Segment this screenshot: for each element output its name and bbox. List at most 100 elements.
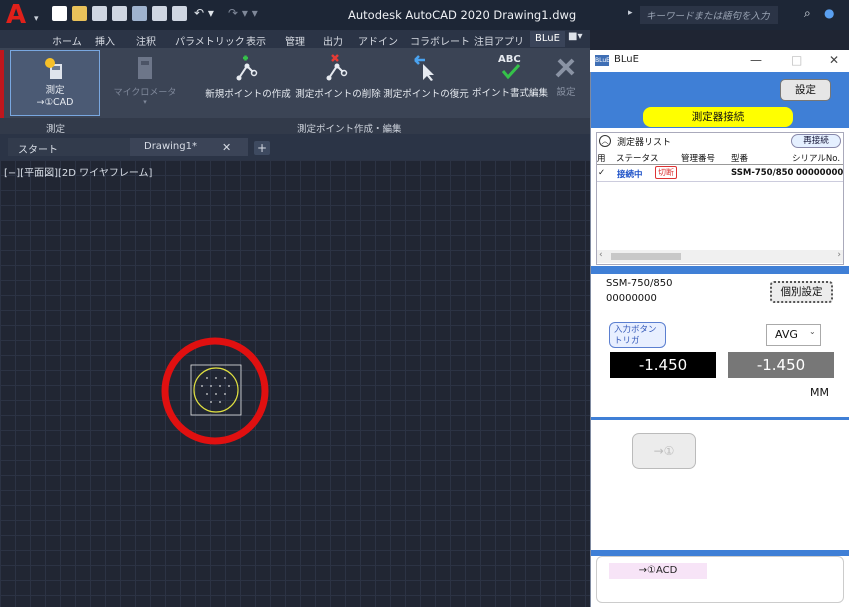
row-model: SSM-750/850 bbox=[731, 168, 794, 178]
measure-target-label: →①CAD bbox=[36, 97, 74, 108]
new-file-icon[interactable] bbox=[52, 6, 67, 21]
redo-icon[interactable]: ↷ ▾ ▾ bbox=[228, 6, 258, 20]
row-divider bbox=[597, 181, 843, 182]
undo-icon[interactable]: ↶ ▾ bbox=[194, 6, 214, 20]
device-serial-label: 00000000 bbox=[606, 293, 657, 304]
open-folder-icon[interactable] bbox=[72, 6, 87, 21]
tab-parametric[interactable]: パラメトリック bbox=[175, 33, 245, 48]
chevron-down-icon: ⌄ bbox=[809, 327, 816, 336]
input-trigger-button[interactable]: 入力ボタン トリガ bbox=[609, 322, 666, 348]
measure-to-cad-button[interactable]: 測定 →①CAD bbox=[10, 50, 100, 116]
ribbon-options-icon[interactable]: ■▾ bbox=[568, 31, 582, 42]
tab-insert[interactable]: 挿入 bbox=[95, 33, 115, 48]
panel-label-points: 測定ポイント作成・編集 bbox=[297, 124, 402, 135]
row-selector[interactable]: ✓ bbox=[598, 168, 605, 178]
tab-start[interactable]: スタート bbox=[8, 138, 130, 156]
tab-annotate[interactable]: 注釈 bbox=[136, 33, 156, 48]
delete-point-button[interactable]: 測定ポイントの削除 bbox=[295, 54, 381, 100]
tab-collaborate[interactable]: コラボレート bbox=[410, 33, 470, 48]
micrometer-label: マイクロメータ bbox=[113, 88, 177, 98]
delete-point-label: 測定ポイントの削除 bbox=[295, 89, 381, 100]
point-format-edit-button[interactable]: ABC ポイント書式編集 bbox=[470, 51, 550, 99]
share-icon[interactable] bbox=[152, 6, 167, 21]
point-markers bbox=[201, 377, 230, 403]
close-tab-icon[interactable]: ✕ bbox=[222, 141, 231, 154]
autocad-app-menu-button[interactable]: A ▾ bbox=[4, 2, 44, 28]
tab-view[interactable]: 表示 bbox=[246, 33, 266, 48]
trigger-label-line1: 入力ボタン bbox=[614, 325, 657, 335]
new-tab-icon[interactable]: + bbox=[254, 141, 270, 155]
measure-label: 測定 bbox=[45, 85, 65, 96]
drawing-object[interactable] bbox=[150, 336, 280, 446]
average-value-display: -1.450 bbox=[728, 352, 834, 378]
column-management-no: 管理番号 bbox=[681, 154, 716, 164]
new-point-label: 新規ポイントの作成 bbox=[205, 89, 291, 100]
connect-device-button[interactable]: 測定器接続 bbox=[643, 107, 793, 127]
blue-window-title: BLuE bbox=[614, 54, 639, 65]
tab-addins[interactable]: アドイン bbox=[358, 33, 398, 48]
blue-titlebar: BLuE BLuE bbox=[590, 50, 849, 72]
close-icon[interactable]: ✕ bbox=[829, 53, 839, 67]
viewport-controls[interactable]: [−][平面図][2D ワイヤフレーム] bbox=[4, 164, 152, 179]
highlight-marker bbox=[0, 50, 4, 128]
user-icon[interactable]: ● bbox=[824, 6, 834, 20]
scroll-right-icon[interactable]: › bbox=[837, 250, 841, 260]
individual-settings-button[interactable]: 個別設定 bbox=[770, 281, 833, 303]
search-input[interactable]: キーワードまたは語句を入力 bbox=[640, 6, 778, 24]
list-header-divider bbox=[597, 164, 843, 165]
column-use: 用 bbox=[597, 154, 606, 164]
window-title: Autodesk AutoCAD 2020 Drawing1.dwg bbox=[348, 8, 577, 22]
minimize-icon[interactable]: — bbox=[750, 53, 762, 67]
highlight-circle bbox=[161, 337, 269, 445]
ribbon-settings-button[interactable]: 設定 bbox=[549, 54, 583, 98]
save-icon[interactable] bbox=[92, 6, 107, 21]
autocad-logo-icon: A bbox=[6, 0, 27, 30]
spellcheck-icon: ABC bbox=[498, 54, 521, 80]
blue-divider-band bbox=[591, 266, 849, 274]
new-point-button[interactable]: 新規ポイントの作成 bbox=[205, 54, 291, 100]
maximize-icon[interactable]: □ bbox=[791, 53, 802, 67]
restore-point-icon bbox=[414, 55, 434, 81]
disconnect-button[interactable]: 切断 bbox=[655, 166, 677, 179]
panel-label-measure: 測定 bbox=[46, 124, 66, 135]
send-to-acd-button[interactable]: →①ACD bbox=[609, 563, 707, 579]
status-connected: 接続中 bbox=[617, 170, 643, 180]
column-model: 型番 bbox=[731, 154, 749, 164]
column-status: ステータス bbox=[616, 154, 659, 164]
save-as-icon[interactable] bbox=[112, 6, 127, 21]
delete-point-icon bbox=[326, 54, 348, 81]
plot-icon[interactable] bbox=[172, 6, 187, 21]
collapse-icon[interactable]: ︿ bbox=[599, 135, 611, 147]
device-list-title: 測定器リスト bbox=[617, 138, 672, 148]
tab-blue[interactable]: BLuE bbox=[530, 31, 565, 47]
svg-text:ABC: ABC bbox=[498, 54, 521, 65]
web-mobile-icon[interactable] bbox=[132, 6, 147, 21]
tab-output[interactable]: 出力 bbox=[323, 33, 343, 48]
horizontal-scrollbar[interactable]: ‹ › bbox=[597, 250, 843, 263]
add-point-icon bbox=[236, 55, 258, 81]
tab-home[interactable]: ホーム bbox=[52, 33, 82, 48]
send-to-cad-button[interactable]: →① bbox=[632, 433, 696, 469]
tab-featured-apps[interactable]: 注目アプリ bbox=[474, 33, 524, 48]
settings-button[interactable]: 設定 bbox=[780, 79, 831, 101]
drawing-canvas[interactable] bbox=[0, 160, 590, 607]
ribbon-settings-label: 設定 bbox=[556, 87, 576, 98]
search-expand-icon[interactable]: ▸ bbox=[628, 8, 633, 18]
reconnect-button[interactable]: 再接続 bbox=[791, 134, 841, 148]
scroll-thumb[interactable] bbox=[611, 253, 681, 260]
tools-icon bbox=[555, 58, 575, 78]
scroll-left-icon[interactable]: ‹ bbox=[599, 250, 603, 260]
column-serial: シリアルNo. bbox=[792, 154, 841, 164]
unit-label: MM bbox=[810, 386, 829, 399]
tab-manage[interactable]: 管理 bbox=[285, 33, 305, 48]
selection-box bbox=[190, 364, 242, 416]
measure-icon bbox=[45, 58, 62, 79]
binoculars-icon[interactable]: ⌕ bbox=[804, 6, 811, 21]
chevron-down-icon: ▾ bbox=[143, 98, 147, 106]
ribbon-panel-labels bbox=[0, 118, 590, 134]
chevron-down-icon: ▾ bbox=[34, 14, 39, 24]
restore-point-button[interactable]: 測定ポイントの復元 bbox=[383, 54, 469, 100]
drawn-circle bbox=[193, 367, 239, 413]
micrometer-button[interactable]: マイクロメータ ▾ bbox=[110, 55, 180, 115]
blue-app-icon: BLuE bbox=[595, 55, 610, 66]
